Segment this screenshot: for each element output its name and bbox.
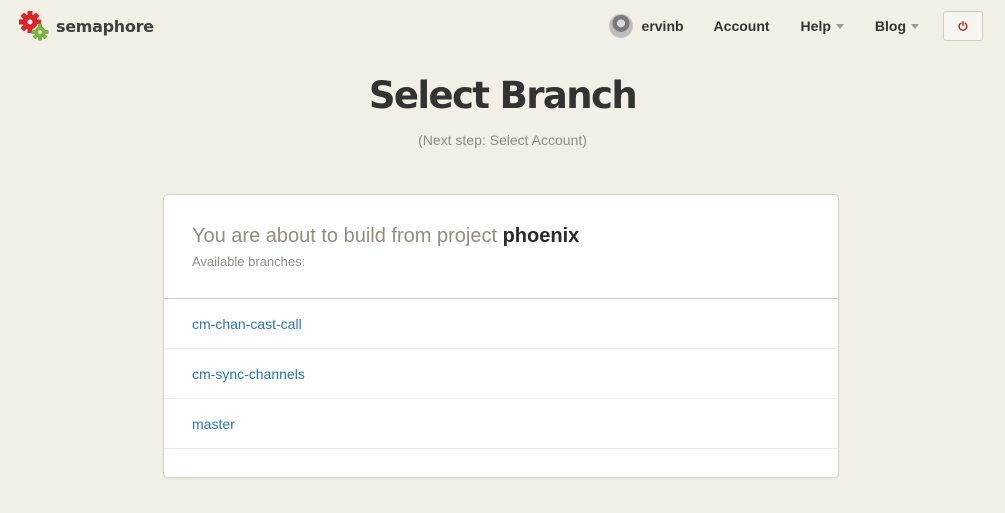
panel-header: You are about to build from project phoe…: [164, 195, 838, 299]
branch-link-cm-chan-cast-call[interactable]: cm-chan-cast-call: [192, 316, 302, 332]
user-avatar-icon: [608, 14, 633, 38]
project-name: phoenix: [502, 225, 580, 247]
build-prefix-text: You are about to build from project: [192, 225, 503, 247]
blog-label: Blog: [874, 18, 906, 34]
branch-list-item: cm-sync-channels: [164, 349, 838, 399]
branch-link-cm-sync-channels[interactable]: cm-sync-channels: [192, 366, 305, 382]
page-title: Select Branch: [368, 74, 638, 117]
top-navbar: semaphore ervinb Account Help Blog: [0, 0, 1005, 52]
build-project-heading: You are about to build from project phoe…: [192, 223, 838, 249]
blog-menu[interactable]: Blog: [875, 18, 919, 34]
chevron-down-icon: [911, 24, 919, 29]
branch-link-master[interactable]: master: [192, 416, 235, 432]
help-menu[interactable]: Help: [801, 18, 844, 34]
username-label: ervinb: [641, 18, 684, 34]
branch-list: cm-chan-cast-call cm-sync-channels maste…: [164, 299, 838, 449]
page-subtitle: (Next step: Select Account): [418, 132, 587, 148]
semaphore-logo-icon: [19, 11, 49, 41]
user-profile-link[interactable]: ervinb: [608, 14, 684, 38]
brand-home-link[interactable]: semaphore: [18, 10, 154, 42]
chevron-down-icon: [835, 24, 844, 29]
help-label: Help: [800, 18, 831, 34]
branch-selection-panel: You are about to build from project phoe…: [163, 194, 839, 478]
account-link[interactable]: Account: [714, 18, 770, 34]
available-branches-label: Available branches:: [192, 254, 306, 269]
logout-button[interactable]: [943, 11, 983, 41]
branch-list-item: master: [164, 399, 838, 449]
brand-name: semaphore: [56, 16, 154, 36]
nav-right-menu: ervinb Account Help Blog: [608, 10, 983, 42]
branch-list-item: cm-chan-cast-call: [164, 299, 838, 349]
power-icon: [958, 21, 968, 31]
